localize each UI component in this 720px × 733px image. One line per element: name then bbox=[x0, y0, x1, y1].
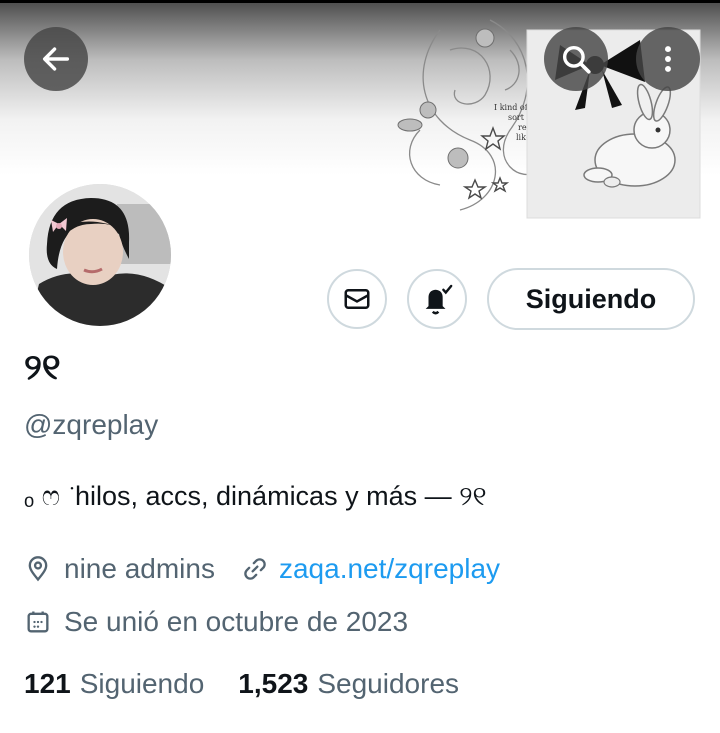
notifications-button[interactable] bbox=[407, 269, 467, 329]
link-icon bbox=[244, 558, 266, 580]
profile-joined-date: Se unió en octubre de 2023 bbox=[64, 606, 409, 637]
back-button[interactable] bbox=[24, 27, 88, 91]
profile-website-link[interactable]: zaqa.net/zqreplay bbox=[279, 553, 500, 585]
bell-check-icon bbox=[425, 284, 453, 315]
banner-text-line-1: I kind of bbox=[494, 103, 529, 112]
profile-meta-row: nine admins zaqa.net/zqreplay bbox=[24, 553, 500, 585]
calendar-icon bbox=[27, 611, 49, 633]
following-label: Siguiendo bbox=[79, 668, 205, 699]
profile-location: nine admins bbox=[64, 553, 215, 584]
more-vertical-icon bbox=[665, 46, 671, 72]
location-pin-icon bbox=[28, 556, 48, 582]
following-button[interactable]: Siguiendo bbox=[487, 268, 695, 330]
message-button[interactable] bbox=[327, 269, 387, 329]
search-icon bbox=[562, 45, 591, 74]
avatar-photo bbox=[29, 184, 171, 326]
search-button[interactable] bbox=[544, 27, 608, 91]
profile-bio: ₒ ෆ ͘ hilos, accs, dinámicas y más — ୨୧ bbox=[24, 481, 487, 511]
mail-icon bbox=[344, 289, 370, 309]
back-arrow-icon bbox=[42, 47, 70, 71]
followers-label: Seguidores bbox=[317, 668, 460, 699]
following-stat[interactable]: 121 Siguiendo bbox=[24, 668, 204, 700]
profile-handle: @zqreplay bbox=[24, 409, 159, 440]
status-bar-edge bbox=[0, 0, 720, 3]
following-button-label: Siguiendo bbox=[525, 283, 657, 314]
profile-stats: 121 Siguiendo 1,523 Seguidores bbox=[24, 668, 459, 700]
following-count: 121 bbox=[24, 668, 71, 699]
more-options-button[interactable] bbox=[636, 27, 700, 91]
profile-joined-row: Se unió en octubre de 2023 bbox=[24, 606, 408, 638]
profile-name: ୨୧ bbox=[24, 346, 61, 387]
profile-avatar[interactable] bbox=[26, 181, 174, 329]
followers-count: 1,523 bbox=[238, 668, 309, 699]
followers-stat[interactable]: 1,523 Seguidores bbox=[238, 668, 459, 700]
